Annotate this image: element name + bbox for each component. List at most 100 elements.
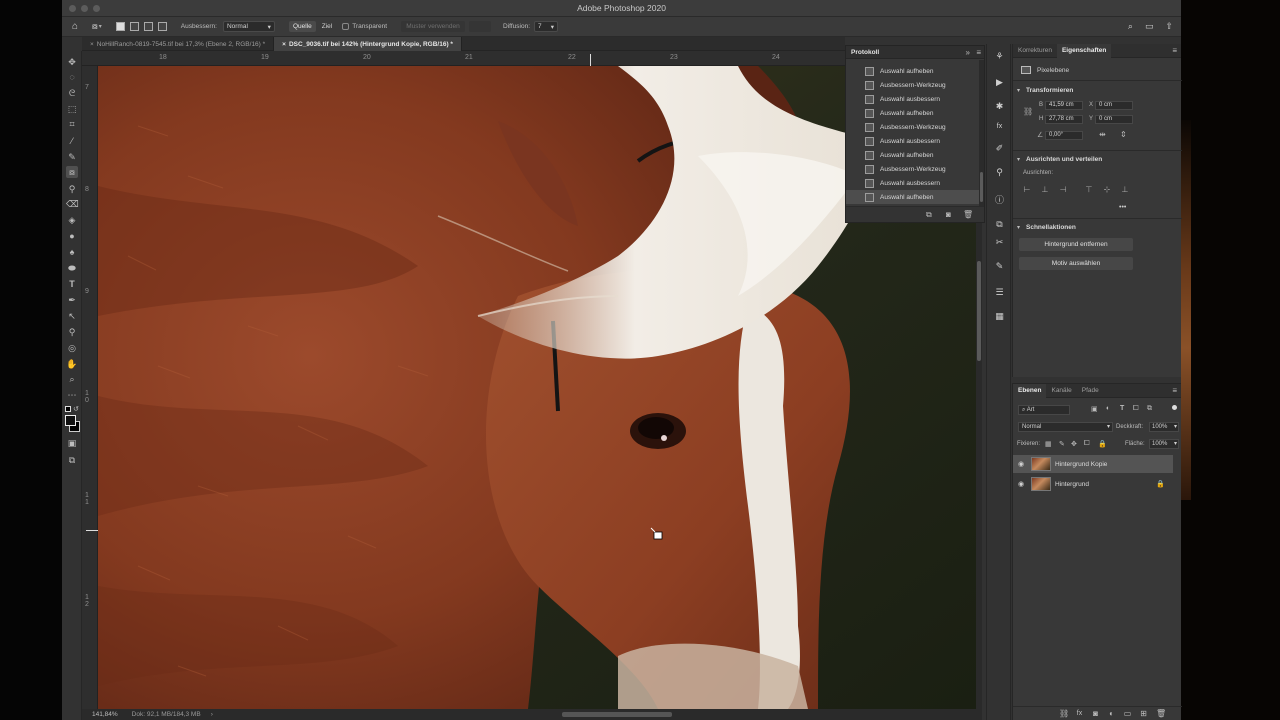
height-field[interactable]: 27,78 cm [1045,115,1083,124]
pen-tool-icon[interactable]: ✒ [66,294,78,306]
intersect-selection-icon[interactable] [157,22,167,31]
fill-field[interactable]: 100% ▾ [1149,439,1179,449]
more-options-icon[interactable]: ••• [1119,204,1126,211]
new-selection-icon[interactable] [115,22,125,31]
eyedropper-tool-icon[interactable]: ⁄ [66,135,78,147]
layer-mask-icon[interactable]: ◙ [1091,709,1100,718]
info-icon[interactable]: ⓘ [993,194,1006,207]
quick-mask-icon[interactable]: ▣ [66,437,78,449]
filter-type-icon[interactable]: T [1120,405,1124,412]
clone-stamp-tool-icon[interactable]: ⚲ [66,183,78,195]
collapse-icon[interactable]: » [966,48,970,57]
tool-preset-picker[interactable]: ⧇ ▾ [92,21,102,32]
tab-history[interactable]: Protokoll [851,49,879,56]
dodge-tool-icon[interactable]: ♠ [66,246,78,258]
lock-all-icon[interactable]: 🔒 [1098,440,1107,448]
history-item[interactable]: Ausbessern-Werkzeug [846,162,979,176]
diffusion-select[interactable]: 7 ▾ [534,21,559,32]
tab-document-2[interactable]: × DSC_9036.tif bei 142% (Hintergrund Kop… [274,37,462,51]
eraser-tool-icon[interactable]: ⌫ [66,198,79,210]
brush-settings-icon[interactable]: ✎ [993,260,1006,273]
move-tool-icon[interactable]: ✥ [66,56,78,68]
flip-vertical-icon[interactable]: ⇕ [1120,130,1127,139]
patch-mode-select[interactable]: Normal ▾ [222,21,275,32]
crop-tool-icon[interactable]: ⌗ [66,118,78,130]
screen-mode-icon[interactable]: ⧉ [66,454,78,466]
history-item-selected[interactable]: Auswahl aufheben [846,190,979,204]
trash-icon[interactable]: 🗑 [1156,709,1166,718]
hand-tool-icon[interactable]: ✋ [66,358,78,370]
lasso-tool-icon[interactable]: ᘓ [66,87,78,99]
path-select-tool-icon[interactable]: ↖ [66,310,78,322]
width-field[interactable]: 41,59 cm [1045,101,1083,110]
align-top-icon[interactable]: ⊤ [1085,186,1093,194]
x-field[interactable]: 0 cm [1095,101,1133,110]
panel-menu-icon[interactable]: ≡ [1172,386,1177,395]
tool-presets-icon[interactable]: ✂ [993,236,1006,249]
link-layers-icon[interactable]: ⛓ [1059,709,1069,718]
clone-source-icon[interactable]: ⚲ [993,166,1006,179]
brush-tool-icon[interactable]: ✎ [66,151,78,163]
align-hcenter-icon[interactable]: ⊥ [1041,186,1049,194]
history-item[interactable]: Auswahl aufheben [846,64,979,78]
filter-shape-icon[interactable]: ⧠ [1133,405,1139,413]
opacity-field[interactable]: 100% ▾ [1149,422,1179,432]
more-tools-icon[interactable]: ⋯ [66,389,78,401]
tab-properties[interactable]: Eigenschaften [1056,43,1112,58]
new-document-from-state-icon[interactable]: ⧉ [926,210,932,220]
remove-background-button[interactable]: Hintergrund entfernen [1019,238,1133,251]
tab-document-1[interactable]: × NoHillRanch-0819-7545.tif bei 17,3% (E… [82,37,275,51]
workspace-icon[interactable]: ▭ [1145,21,1154,32]
share-icon[interactable]: ⇧ [1165,21,1173,32]
lock-artboard-icon[interactable]: ⧠ [1084,440,1090,448]
flip-horizontal-icon[interactable]: ⇹ [1099,130,1106,139]
paint-bucket-tool-icon[interactable]: ◈ [66,214,78,226]
history-item[interactable]: Auswahl ausbessern [846,176,979,190]
patch-tool-icon[interactable]: ⧇ [66,166,78,178]
close-icon[interactable]: × [90,41,94,48]
align-right-icon[interactable]: ⊣ [1059,186,1067,194]
new-group-icon[interactable]: ▭ [1123,709,1132,718]
filter-adjustment-icon[interactable]: ◐ [1106,405,1110,412]
filter-toggle-icon[interactable] [1172,405,1177,410]
sponge-tool-icon[interactable]: ⬬ [66,262,78,274]
filter-smart-object-icon[interactable]: ⧉ [1147,405,1152,413]
link-icon[interactable]: ⛓ [1023,107,1033,116]
history-item[interactable]: Ausbessern-Werkzeug [846,78,979,92]
subtract-selection-icon[interactable] [143,22,153,31]
align-bottom-icon[interactable]: ⊥ [1121,186,1129,194]
lock-position-icon[interactable]: ✥ [1071,440,1077,448]
lock-transparency-icon[interactable]: ▦ [1045,440,1052,448]
tab-channels[interactable]: Kanäle [1046,384,1076,398]
history-item[interactable]: Auswahl aufheben [846,106,979,120]
source-button[interactable]: Quelle [288,21,316,32]
status-menu-arrow-icon[interactable]: › [211,711,213,718]
lock-image-icon[interactable]: ✎ [1059,440,1065,448]
chevron-down-icon[interactable]: ▾ [1017,224,1020,231]
add-to-selection-icon[interactable] [129,22,139,31]
layer-row[interactable]: ◉ Hintergrund Kopie [1013,455,1173,473]
camera-icon[interactable]: ◙ [946,210,951,219]
canvas-horizontal-scrollbar[interactable] [562,712,672,717]
history-item[interactable]: Auswahl aufheben [846,148,979,162]
styles-fx-icon[interactable]: fx [993,120,1006,133]
quick-select-tool-icon[interactable]: ⬚ [66,103,78,115]
align-left-icon[interactable]: ⊢ [1023,186,1031,194]
history-item[interactable]: Auswahl ausbessern [846,92,979,106]
layer-style-fx-icon[interactable]: fx [1075,709,1084,718]
panel-menu-icon[interactable]: ≡ [976,48,981,57]
actions-play-icon[interactable]: ▶ [993,76,1006,89]
adjustment-layer-icon[interactable]: ◐ [1107,709,1116,718]
brushes-icon[interactable]: ✐ [993,142,1006,155]
history-scrollbar[interactable] [979,60,984,206]
y-field[interactable]: 0 cm [1095,115,1133,124]
filter-pixel-icon[interactable]: ▣ [1091,405,1098,413]
history-item[interactable]: Ausbessern-Werkzeug [846,120,979,134]
new-layer-icon[interactable]: ⊞ [1139,709,1148,718]
type-tool-icon[interactable]: T [66,278,78,290]
search-icon[interactable]: ⌕ [1128,21,1133,32]
close-icon[interactable]: × [282,41,286,48]
layer-filter-select[interactable]: ⌕ Art [1018,405,1070,415]
destination-button[interactable]: Ziel [318,21,336,32]
transparent-checkbox[interactable] [342,23,350,30]
